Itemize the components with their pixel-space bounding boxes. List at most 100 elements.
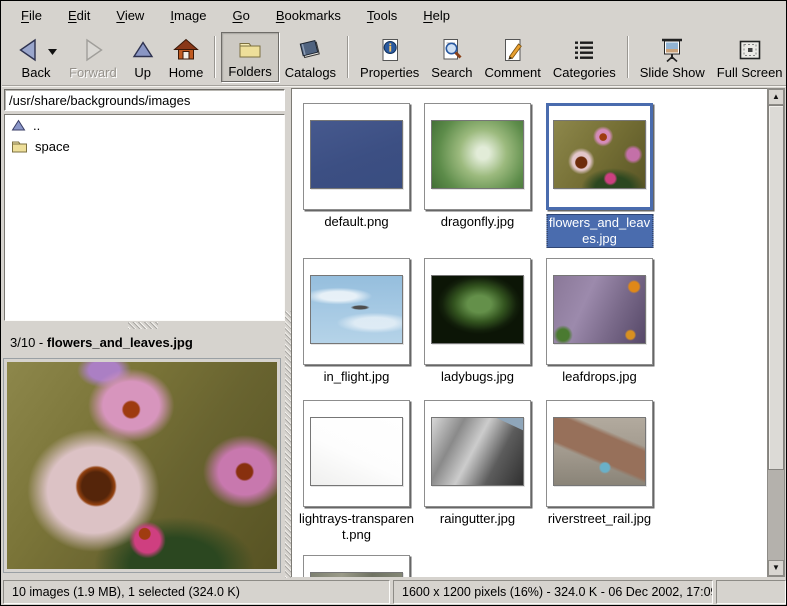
categories-icon [570, 36, 598, 64]
folder-icon [11, 139, 28, 154]
toolbar-separator [214, 36, 216, 78]
vertical-scrollbar[interactable]: ▲ ▼ [767, 88, 785, 577]
thumbnail-card[interactable] [424, 258, 531, 365]
thumbnail-ladybugs: ladybugs.jpg [424, 258, 531, 365]
back-icon [15, 36, 43, 64]
statusbar-left-text: 10 images (1.9 MB), 1 selected (324.0 K) [12, 585, 240, 599]
folder-item-parent[interactable]: .. [5, 115, 284, 136]
thumbnail-image [431, 275, 524, 344]
thumbnail-label-selected: flowers_and_leaves.jpg [546, 214, 653, 248]
statusbar: 10 images (1.9 MB), 1 selected (324.0 K)… [2, 578, 787, 606]
thumbnail-card[interactable] [424, 103, 531, 210]
back-button[interactable]: Back [9, 32, 63, 82]
properties-label: Properties [360, 65, 419, 81]
thumbnail-flowers-and-leaves-selected: flowers_and_leaves.jpg [546, 103, 653, 210]
preview-pane [3, 358, 281, 573]
folders-button[interactable]: Folders [221, 32, 278, 82]
thumbnail-card[interactable] [546, 400, 653, 507]
full-screen-button[interactable]: Full Screen [711, 32, 787, 82]
thumbnail-lightrays: lightrays-transparent.png [303, 400, 410, 507]
search-icon [438, 36, 466, 64]
home-button[interactable]: Home [163, 32, 210, 82]
thumbnail-label: ladybugs.jpg [417, 369, 538, 385]
folders-icon [236, 35, 264, 63]
toolbar: Back Forward Up [2, 29, 787, 86]
preview-filename: flowers_and_leaves.jpg [47, 335, 193, 350]
menu-view[interactable]: View [103, 4, 157, 27]
folder-item-label: .. [33, 118, 40, 134]
thumbnail-label: dragonfly.jpg [417, 214, 538, 230]
thumbnail-card[interactable] [424, 400, 531, 507]
catalogs-label: Catalogs [285, 65, 336, 81]
slide-show-button[interactable]: Slide Show [634, 32, 711, 82]
menu-tools[interactable]: Tools [354, 4, 410, 27]
full-screen-icon [736, 36, 764, 64]
thumbnail-card[interactable] [303, 555, 410, 577]
thumbnail-raingutter: raingutter.jpg [424, 400, 531, 507]
image-position-counter: 3/10 - [10, 335, 47, 350]
preview-image [7, 362, 277, 569]
statusbar-progress-area [716, 580, 786, 604]
thumbnail-label: lightrays-transparent.png [296, 511, 417, 543]
statusbar-image-info-text: 1600 x 1200 pixels (16%) - 324.0 K - 06 … [402, 585, 713, 599]
scrollbar-thumb[interactable] [768, 105, 784, 470]
folder-item-space[interactable]: space [5, 136, 284, 157]
thumbnail-label: riverstreet_rail.jpg [539, 511, 660, 527]
thumbnail-card[interactable] [303, 400, 410, 507]
toolbar-separator [627, 36, 629, 78]
menu-image[interactable]: Image [157, 4, 219, 27]
gthumb-window: File Edit View Image Go Bookmarks Tools … [0, 0, 787, 606]
thumbnail-browser: default.png dragonfly.jpg flowers_and_le… [291, 88, 767, 577]
slide-show-label: Slide Show [640, 65, 705, 81]
up-button[interactable]: Up [123, 32, 163, 82]
thumbnail-in-flight: in_flight.jpg [303, 258, 410, 365]
thumbnail-leafdrops: leafdrops.jpg [546, 258, 653, 365]
folder-list: .. space [4, 114, 285, 321]
thumbnail-image [553, 275, 646, 344]
thumbnail-image [431, 120, 524, 189]
search-button[interactable]: Search [425, 32, 478, 82]
location-path-input[interactable] [4, 89, 285, 111]
folder-item-label: space [35, 139, 70, 155]
forward-label: Forward [69, 65, 117, 81]
forward-button[interactable]: Forward [63, 32, 123, 82]
properties-button[interactable]: Properties [354, 32, 425, 82]
search-label: Search [431, 65, 472, 81]
statusbar-file-counts: 10 images (1.9 MB), 1 selected (324.0 K) [3, 580, 390, 604]
preview-info-bar: 3/10 - flowers_and_leaves.jpg [3, 330, 287, 355]
catalogs-icon [296, 36, 324, 64]
properties-icon [376, 36, 404, 64]
scroll-up-icon[interactable]: ▲ [768, 89, 784, 105]
horizontal-splitter-handle[interactable] [128, 322, 158, 329]
categories-label: Categories [553, 65, 616, 81]
menu-help[interactable]: Help [410, 4, 463, 27]
thumbnail-image [310, 417, 403, 486]
thumbnail-dragonfly: dragonfly.jpg [424, 103, 531, 210]
home-icon [172, 36, 200, 64]
toolbar-separator [347, 36, 349, 78]
comment-button[interactable]: Comment [479, 32, 547, 82]
thumbnail-card[interactable] [546, 258, 653, 365]
menubar: File Edit View Image Go Bookmarks Tools … [2, 2, 787, 29]
menu-file[interactable]: File [8, 4, 55, 27]
comment-label: Comment [485, 65, 541, 81]
back-dropdown-icon[interactable] [48, 49, 57, 55]
menu-go[interactable]: Go [219, 4, 262, 27]
thumbnail-card[interactable] [303, 258, 410, 365]
slide-show-icon [658, 36, 686, 64]
thumbnail-image [553, 120, 646, 189]
catalogs-button[interactable]: Catalogs [279, 32, 342, 82]
thumbnail-image [553, 417, 646, 486]
forward-icon [79, 36, 107, 64]
scroll-down-icon[interactable]: ▼ [768, 560, 784, 576]
categories-button[interactable]: Categories [547, 32, 622, 82]
thumbnail-card-selected[interactable] [546, 103, 653, 210]
menu-edit[interactable]: Edit [55, 4, 103, 27]
thumbnail-image [310, 275, 403, 344]
thumbnail-partial [303, 555, 410, 577]
thumbnail-label: leafdrops.jpg [539, 369, 660, 385]
thumbnail-image [310, 572, 403, 577]
comment-icon [499, 36, 527, 64]
thumbnail-card[interactable] [303, 103, 410, 210]
menu-bookmarks[interactable]: Bookmarks [263, 4, 354, 27]
